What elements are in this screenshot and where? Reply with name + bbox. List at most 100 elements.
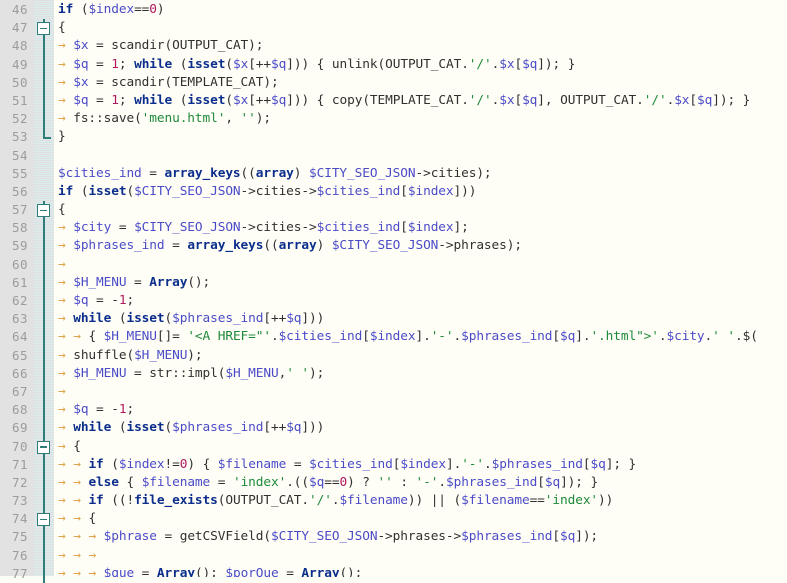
- token-op: ->: [240, 183, 256, 199]
- fold-guide-line: [34, 346, 54, 365]
- code-line[interactable]: → $x = scandir(OUTPUT_CAT);: [54, 37, 787, 55]
- code-line[interactable]: → $x = scandir(TEMPLATE_CAT);: [54, 74, 787, 92]
- code-line[interactable]: → $q = 1; while (isset($x[++$q])) { copy…: [54, 92, 787, 110]
- token-str: 'index': [544, 493, 599, 509]
- token-fn: fs::save: [73, 111, 135, 127]
- code-text-area[interactable]: if ($index==0){→ $x = scandir(OUTPUT_CAT…: [54, 0, 787, 577]
- code-line[interactable]: → → → $que = Array(); $porQue = Array();: [54, 565, 787, 577]
- code-line[interactable]: {: [54, 19, 787, 37]
- token-var: $q: [73, 402, 89, 418]
- token-op: ((: [263, 238, 279, 254]
- token-kw: isset: [126, 311, 165, 327]
- code-line[interactable]: → $q = -1;: [54, 401, 787, 419]
- code-line[interactable]: → → { $H_MENU[]= '<A HREF="'.$cities_ind…: [54, 328, 787, 346]
- token-var: $phrases_ind: [461, 529, 553, 545]
- code-line[interactable]: if (isset($CITY_SEO_JSON->cities->$citie…: [54, 183, 787, 201]
- token-kw: while: [134, 56, 173, 72]
- tab-arrow-icon: →: [58, 438, 74, 454]
- line-number: 50: [11, 74, 28, 90]
- code-line[interactable]: → → if ((!file_exists(OUTPUT_CAT.'/'.$fi…: [54, 492, 787, 510]
- line-number: 53: [11, 129, 28, 145]
- code-line[interactable]: → while (isset($phrases_ind[++$q])): [54, 419, 787, 437]
- token-op: =: [134, 565, 157, 577]
- token-op: =: [126, 365, 150, 381]
- code-line[interactable]: → $H_MENU = str::impl($H_MENU,' ');: [54, 365, 787, 383]
- line-number: 73: [11, 493, 28, 509]
- code-line[interactable]: → → if ($index!=0) { $filename = $cities…: [54, 456, 787, 474]
- code-line[interactable]: →: [54, 383, 787, 401]
- code-line[interactable]: → fs::save('menu.html', '');: [54, 110, 787, 128]
- tab-arrow-icon: →: [58, 511, 74, 527]
- token-var: $q: [73, 293, 89, 308]
- code-line[interactable]: → $city = $CITY_SEO_JSON->cities->$citie…: [54, 219, 787, 237]
- token-kw: while: [73, 311, 112, 327]
- code-line[interactable]: [54, 147, 787, 165]
- token-op: [: [362, 329, 370, 345]
- token-kw: while: [73, 420, 112, 436]
- code-line[interactable]: → → →: [54, 547, 787, 565]
- token-op: ): [187, 456, 203, 472]
- fold-toggle[interactable]: [34, 19, 54, 38]
- fold-guide-line: [34, 528, 54, 547]
- code-line[interactable]: → → → $phrase = getCSVField($CITY_SEO_JS…: [54, 528, 787, 546]
- code-line[interactable]: → $phrases_ind = array_keys((array) $CIT…: [54, 237, 787, 255]
- fold-toggle[interactable]: [34, 437, 54, 456]
- token-op: ->: [438, 238, 454, 254]
- line-number: 48: [11, 38, 28, 54]
- collapse-minus-icon[interactable]: [37, 513, 50, 527]
- code-line[interactable]: → $q = -1;: [54, 292, 787, 310]
- token-var: $q: [560, 329, 576, 345]
- code-line[interactable]: → → {: [54, 510, 787, 528]
- fold-toggle[interactable]: [34, 201, 54, 220]
- fold-guide-line: [43, 419, 45, 438]
- code-line[interactable]: → $H_MENU = Array();: [54, 274, 787, 292]
- token-str: '/': [468, 56, 492, 72]
- token-op: =: [210, 474, 233, 490]
- code-line[interactable]: → while (isset($phrases_ind[++$q])): [54, 310, 787, 328]
- token-op: ->: [377, 529, 393, 545]
- code-folding-gutter[interactable]: [34, 0, 54, 583]
- tab-arrow-icon: →: [73, 329, 89, 345]
- code-line[interactable]: $cities_ind = array_keys((array) $CITY_S…: [54, 165, 787, 183]
- tab-arrow-icon: →: [58, 529, 74, 545]
- code-editor[interactable]: 46 47 48 49 50 51 52 53 54 55 56 57 58 59 60 61 62 63 64 65…: [0, 0, 787, 583]
- fold-guide-line: [43, 473, 45, 493]
- token-var: $x: [499, 56, 515, 72]
- token-var: $CITY_SEO_JSON: [134, 220, 241, 236]
- token-op: ();: [339, 565, 363, 577]
- token-str: '-': [461, 456, 485, 472]
- code-line[interactable]: → shuffle($H_MENU);: [54, 347, 787, 365]
- tab-arrow-icon: →: [73, 493, 89, 509]
- fold-guide-line: [43, 455, 45, 474]
- fold-guide-line: [43, 37, 45, 56]
- fold-guide-line: [43, 364, 45, 383]
- code-line[interactable]: → {: [54, 438, 787, 456]
- token-kw: isset: [187, 56, 226, 72]
- token-var: $x: [232, 56, 249, 72]
- fold-guide-line: [34, 37, 54, 56]
- code-line[interactable]: }: [54, 128, 787, 146]
- token-kw: array: [278, 238, 317, 254]
- collapse-minus-icon[interactable]: [37, 22, 50, 36]
- code-line[interactable]: if ($index==0): [54, 1, 787, 19]
- token-op: (: [362, 92, 370, 108]
- fold-toggle[interactable]: [34, 510, 54, 529]
- token-kw: if: [58, 2, 74, 17]
- token-op: );: [248, 38, 264, 54]
- token-op: (: [164, 74, 173, 90]
- token-var: $CITY_SEO_JSON: [134, 183, 241, 199]
- code-line[interactable]: → → else { $filename = 'index'.(($q==0) …: [54, 474, 787, 492]
- fold-guide-line: [43, 110, 45, 129]
- fold-guide-line: [43, 528, 45, 547]
- code-line[interactable]: {: [54, 201, 787, 219]
- token-op: (: [73, 183, 89, 199]
- token-op: [: [689, 92, 698, 108]
- token-str: 'index': [232, 474, 287, 490]
- token-num: 0: [339, 474, 348, 490]
- code-line[interactable]: →: [54, 256, 787, 274]
- token-op: ) ?: [347, 474, 378, 490]
- code-line[interactable]: → $q = 1; while (isset($x[++$q])) { unli…: [54, 56, 787, 74]
- collapse-minus-icon[interactable]: [37, 204, 50, 218]
- token-op: ],: [537, 92, 561, 108]
- collapse-minus-icon[interactable]: [37, 440, 50, 454]
